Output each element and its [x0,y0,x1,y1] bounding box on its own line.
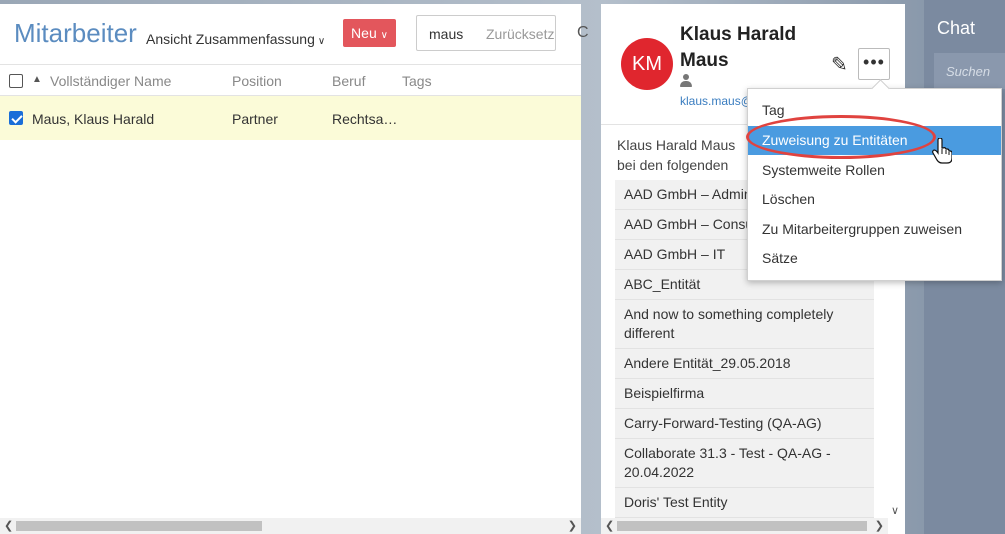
menu-item-system-roles[interactable]: Systemweite Rollen [748,156,1001,185]
refresh-icon[interactable]: C [577,24,589,42]
column-header-name[interactable]: Vollständiger Name [50,73,171,89]
scroll-left-icon[interactable]: ❮ [605,519,614,532]
chevron-down-icon: ∨ [380,30,388,41]
list-item[interactable]: Doris' Test Entity [615,488,874,518]
table-row[interactable]: Maus, Klaus Harald Partner Rechtsa… [0,96,581,140]
person-name: Klaus Harald Maus [680,24,797,71]
scroll-right-icon[interactable]: ❯ [875,519,884,532]
list-item[interactable]: Andere Entität_29.05.2018 [615,349,874,379]
column-header-position[interactable]: Position [232,73,282,89]
new-button-label: Neu [351,25,377,41]
chevron-down-icon: ∨ [317,36,326,47]
column-header-tags[interactable]: Tags [402,73,432,89]
cell-position: Partner [232,111,278,127]
table-header: ▲ Vollständiger Name Position Beruf Tags [0,64,581,96]
pencil-icon[interactable]: ✎ [831,52,848,77]
chat-title: Chat [937,18,976,38]
row-checkbox[interactable] [9,111,23,125]
page-title: Mitarbeiter [14,18,137,48]
menu-item-assign-groups[interactable]: Zu Mitarbeitergruppen zuweisen [748,215,1001,244]
new-button[interactable]: Neu ∨ [343,19,396,47]
more-options-button[interactable]: ••• [858,48,890,80]
sort-ascending-icon[interactable]: ▲ [32,74,42,85]
employee-list-panel: Mitarbeiter Ansicht Zusammenfassung ∨ Neu… [0,4,589,534]
column-header-beruf[interactable]: Beruf [332,73,365,89]
list-item[interactable]: And now to something completely differen… [615,300,874,349]
list-header: Mitarbeiter Ansicht Zusammenfassung ∨ Neu… [0,4,589,64]
view-selector-label: Ansicht Zusammenfassung [146,31,315,47]
chat-search-input[interactable]: Suchen [934,53,1005,89]
cell-beruf: Rechtsa… [332,111,398,127]
list-item[interactable]: Beispielfirma [615,379,874,409]
horizontal-scrollbar[interactable]: ❮ ❯ [601,518,888,534]
scrollbar-thumb[interactable] [617,521,867,531]
scroll-left-icon[interactable]: ❮ [4,519,13,532]
list-item[interactable]: Carry-Forward-Testing (QA-AG) [615,409,874,439]
scroll-down-icon[interactable]: ∨ [891,504,899,517]
person-icon [680,74,692,90]
hand-pointer-icon [932,138,952,164]
horizontal-scrollbar[interactable]: ❮ ❯ [0,518,581,534]
avatar: KM [621,38,673,90]
cell-name[interactable]: Maus, Klaus Harald [32,111,154,127]
list-item[interactable]: Collaborate 31.3 - Test - QA-AG - 20.04.… [615,439,874,488]
search-value: maus [429,26,464,42]
menu-item-sets[interactable]: Sätze [748,244,1001,273]
more-horizontal-icon: ••• [863,52,885,72]
select-all-checkbox[interactable] [9,74,23,88]
scroll-right-icon[interactable]: ❯ [568,519,577,532]
view-selector[interactable]: Ansicht Zusammenfassung ∨ [146,31,325,47]
menu-item-delete[interactable]: Löschen [748,185,1001,214]
reset-search-link[interactable]: Zurücksetzen [486,26,555,42]
highlight-annotation [746,115,936,159]
scrollbar-thumb[interactable] [16,521,262,531]
email-link[interactable]: klaus.maus@ [680,94,750,108]
search-input[interactable]: maus Zurücksetzen [416,15,556,51]
